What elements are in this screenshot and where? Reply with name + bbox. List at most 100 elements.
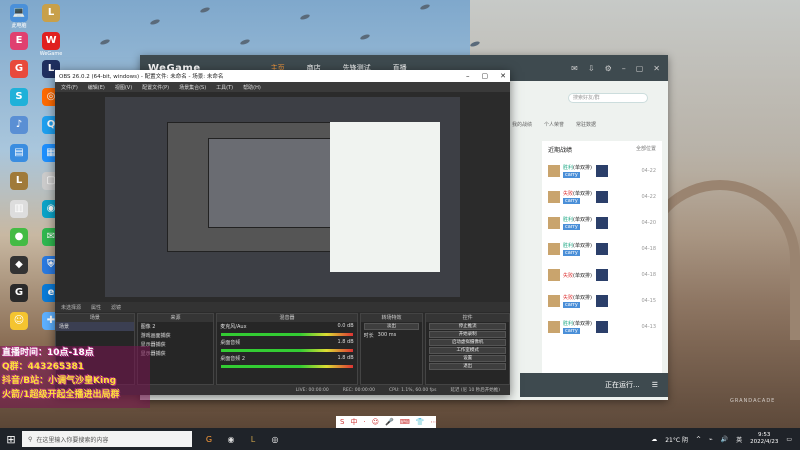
source-item[interactable]: 图像 2 — [138, 322, 214, 331]
menu-help[interactable]: 帮助(H) — [243, 84, 261, 91]
stop-streaming-button[interactable]: 停止推流 — [429, 323, 506, 330]
match-row[interactable]: 失败(单双排) 04-18 — [542, 262, 662, 288]
desktop-icon[interactable]: ● — [4, 228, 34, 247]
close-icon[interactable]: ✕ — [653, 64, 660, 73]
sogou-icon[interactable]: S — [340, 418, 344, 426]
menu-edit[interactable]: 编辑(E) — [88, 84, 105, 91]
desktop-icon[interactable]: G — [4, 60, 34, 79]
match-info: 胜利(单双排) carry — [563, 216, 592, 230]
rank-icon — [595, 321, 608, 333]
volume-meter[interactable] — [221, 349, 353, 352]
settings-button[interactable]: 设置 — [429, 355, 506, 362]
delay-status: 延迟 (尼 10 秒后开始推) — [450, 388, 500, 393]
keyboard-icon[interactable]: ⌨ — [400, 418, 410, 426]
exit-button[interactable]: 退出 — [429, 363, 506, 370]
desktop-icon[interactable]: S — [4, 88, 34, 107]
properties-button[interactable]: 属性 — [91, 304, 101, 311]
taskbar-lol-icon[interactable]: L — [246, 432, 260, 446]
start-recording-button[interactable]: 开始录制 — [429, 331, 506, 338]
input-language[interactable]: 英 — [736, 435, 742, 444]
preview-nested-capture-2 — [208, 138, 348, 228]
virtual-camera-button[interactable]: 启动虚拟摄像机 — [429, 339, 506, 346]
tray-chevron-icon[interactable]: ^ — [696, 436, 701, 443]
mic-icon[interactable]: 🎤 — [385, 418, 394, 426]
more-icon[interactable]: ⋯ — [431, 418, 438, 426]
desktop-icon[interactable]: 💻 此电脑 — [4, 4, 34, 29]
chinese-mode-icon[interactable]: 中 — [350, 417, 357, 427]
friend-search-input[interactable]: 搜索好友/群 — [568, 93, 648, 103]
mixer-channel: 桌面音频 1.8 dB — [217, 338, 356, 347]
notification-icon[interactable]: ▭ — [786, 436, 792, 443]
taskbar-wegame-icon[interactable]: G — [202, 432, 216, 446]
minimize-icon[interactable]: – — [466, 72, 470, 80]
desktop-icon[interactable]: ◆ — [4, 256, 34, 275]
match-row[interactable]: 胜利(单双排) carry 04-20 — [542, 210, 662, 236]
menu-view[interactable]: 视图(V) — [115, 84, 132, 91]
scene-item[interactable]: 场景 — [56, 322, 134, 331]
menu-profile[interactable]: 配置文件(P) — [142, 84, 169, 91]
app-icon: E — [10, 32, 28, 50]
desktop-icon[interactable]: L — [4, 172, 34, 191]
volume-icon[interactable]: 🔊 — [721, 436, 728, 443]
tab-honor[interactable]: 个人荣誉 — [544, 121, 564, 128]
no-source-selected: 未选择源 — [61, 304, 82, 311]
maximize-icon[interactable]: ▢ — [482, 72, 489, 80]
network-icon[interactable]: ⌁ — [709, 436, 713, 443]
filters-button[interactable]: 滤镜 — [111, 304, 121, 311]
desktop-icon[interactable]: ▥ — [4, 200, 34, 219]
match-row[interactable]: 胜利(单双排) carry 04-22 — [542, 158, 662, 184]
desktop-icon[interactable]: ☺ — [4, 312, 34, 331]
recent-header: 近期战绩 全部位置 — [542, 141, 662, 158]
weather-icon[interactable]: ☁ — [651, 436, 657, 443]
desktop-icon[interactable]: E — [4, 32, 34, 51]
maximize-icon[interactable]: ▢ — [636, 64, 644, 73]
close-icon[interactable]: ✕ — [500, 72, 506, 80]
weather-text[interactable]: 21°C 阴 — [665, 435, 688, 444]
app-icon: W — [42, 32, 60, 50]
match-row[interactable]: 胜利(单双排) carry 04-13 — [542, 314, 662, 340]
taskbar-obs-icon[interactable]: ◉ — [224, 432, 238, 446]
clock[interactable]: 9:53 2022/4/23 — [750, 432, 778, 446]
match-result: 胜利 — [563, 165, 574, 171]
tab-stats[interactable]: 常驻数据 — [576, 121, 596, 128]
transitions-dock: 转场特效 淡出 时长 300 ms — [359, 313, 424, 385]
match-mode: (单双排) — [573, 272, 592, 279]
desktop-icon[interactable]: ♪ — [4, 116, 34, 135]
match-row[interactable]: 失败(单双排) carry 04-15 — [542, 288, 662, 314]
punct-icon[interactable]: · — [363, 418, 365, 426]
emoji-icon[interactable]: ☺ — [372, 418, 379, 426]
menu-icon[interactable]: ☰ — [652, 381, 658, 389]
taskbar-search[interactable]: ⚲ 在这里输入你要搜索的内容 — [22, 431, 192, 447]
taskbar-game-icon[interactable]: ◎ — [268, 432, 282, 446]
download-icon[interactable]: ⇩ — [588, 64, 595, 73]
app-icon: ● — [10, 228, 28, 246]
match-row[interactable]: 失败(单双排) carry 04-22 — [542, 184, 662, 210]
desktop-icon[interactable]: G — [4, 284, 34, 303]
desktop-icon[interactable]: L — [36, 4, 66, 23]
settings-icon[interactable]: ⚙ — [605, 64, 612, 73]
volume-meter[interactable] — [221, 333, 353, 336]
champion-avatar — [548, 191, 560, 203]
position-filter[interactable]: 全部位置 — [636, 145, 656, 154]
obs-titlebar: OBS 26.0.2 (64-bit, windows) - 配置文件: 未命名… — [55, 70, 510, 82]
menu-tools[interactable]: 工具(T) — [216, 84, 233, 91]
mixer-channel: 麦克风/Aux 0.0 dB — [217, 322, 356, 331]
duration-input[interactable]: 300 ms — [378, 332, 397, 339]
menu-scene-collection[interactable]: 场景集合(S) — [179, 84, 206, 91]
source-item[interactable]: 游戏画面捕获 — [138, 331, 214, 340]
volume-meter[interactable] — [221, 365, 353, 368]
minimize-icon[interactable]: – — [622, 64, 626, 73]
skin-icon[interactable]: 👕 — [416, 418, 425, 426]
match-row[interactable]: 胜利(单双排) carry 04-18 — [542, 236, 662, 262]
message-icon[interactable]: ✉ — [571, 64, 578, 73]
menu-file[interactable]: 文件(F) — [61, 84, 78, 91]
tab-my-record[interactable]: 我的战绩 — [512, 121, 532, 128]
studio-mode-button[interactable]: 工作室模式 — [429, 347, 506, 354]
transition-select[interactable]: 淡出 — [363, 323, 420, 330]
wallpaper-bird — [359, 33, 371, 41]
desktop-icon[interactable]: W WeGame — [36, 32, 66, 57]
app-icon: G — [10, 60, 28, 78]
start-button[interactable]: ⊞ — [0, 428, 22, 450]
obs-preview[interactable] — [105, 97, 460, 297]
desktop-icon[interactable]: ▤ — [4, 144, 34, 163]
